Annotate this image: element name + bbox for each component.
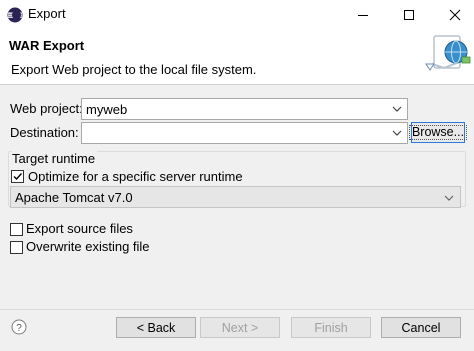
cancel-button[interactable]: Cancel [381,317,461,338]
target-runtime-label: Target runtime [12,151,98,166]
destination-combo[interactable] [81,122,408,144]
export-source-checkbox[interactable] [10,223,23,236]
overwrite-checkbox[interactable] [10,241,23,254]
back-button[interactable]: < Back [116,317,196,338]
maximize-icon [404,9,414,20]
runtime-value: Apache Tomcat v7.0 [15,189,133,205]
window-title: Export [28,6,66,21]
checkmark-icon [13,173,23,181]
optimize-label: Optimize for a specific server runtime [28,169,243,184]
browse-button-label: Browse... [408,125,468,140]
eclipse-icon [7,7,23,23]
web-project-combo[interactable]: myweb [81,98,408,120]
overwrite-label: Overwrite existing file [26,239,150,254]
export-war-icon [424,30,472,74]
minimize-icon [358,14,368,16]
browse-button[interactable]: Browse... [408,122,468,143]
chevron-down-icon [392,106,402,112]
finish-button[interactable]: Finish [291,317,371,338]
close-icon [449,9,461,20]
wizard-description: Export Web project to the local file sys… [11,62,257,77]
web-project-value: myweb [86,101,128,117]
web-project-label: Web project: [10,101,83,116]
maximize-button[interactable] [394,0,424,29]
help-icon[interactable]: ? [11,319,27,335]
runtime-select[interactable]: Apache Tomcat v7.0 [10,186,461,208]
wizard-title: WAR Export [9,38,85,53]
footer-separator [0,309,474,310]
export-source-label: Export source files [26,221,133,236]
minimize-button[interactable] [348,0,378,29]
chevron-down-icon [392,130,402,136]
chevron-down-icon [444,195,454,201]
close-button[interactable] [440,0,470,29]
next-button[interactable]: Next > [200,317,280,338]
svg-text:?: ? [16,323,22,334]
optimize-checkbox[interactable] [11,170,24,183]
destination-label: Destination: [10,125,79,140]
